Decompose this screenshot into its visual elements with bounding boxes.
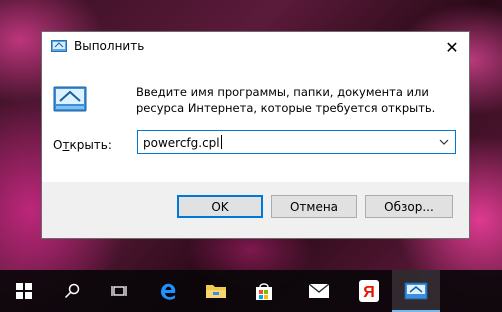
taskbar: Я: [0, 270, 502, 312]
search-icon: [64, 283, 80, 299]
yandex-icon: Я: [359, 280, 379, 302]
store-button[interactable]: [240, 270, 288, 312]
search-button[interactable]: [48, 270, 96, 312]
dialog-content: Введите имя программы, папки, документа …: [42, 62, 469, 182]
file-explorer-button[interactable]: [192, 270, 240, 312]
open-input[interactable]: powercfg.cpl: [143, 135, 222, 150]
run-icon: [51, 40, 67, 52]
dialog-description: Введите имя программы, папки, документа …: [136, 85, 436, 115]
mail-icon: [308, 283, 330, 298]
chevron-down-icon[interactable]: [437, 133, 451, 151]
title-bar[interactable]: Выполнить ✕: [42, 32, 469, 62]
store-icon: [256, 283, 272, 300]
run-dialog: Выполнить ✕ Введите имя программы, папки…: [41, 31, 470, 239]
svg-text:Я: Я: [363, 284, 375, 301]
edge-icon: [161, 283, 176, 300]
close-button[interactable]: ✕: [435, 32, 469, 62]
windows-logo-icon: [16, 283, 32, 299]
open-combobox[interactable]: powercfg.cpl: [137, 130, 456, 154]
run-taskbar-button[interactable]: [392, 270, 440, 312]
yandex-button[interactable]: Я: [345, 270, 393, 312]
edge-button[interactable]: [144, 270, 192, 312]
open-label: Открыть:: [53, 138, 112, 152]
cancel-button[interactable]: Отмена: [271, 195, 357, 218]
task-view-icon: [111, 286, 127, 296]
dialog-footer: OK Отмена Обзор...: [42, 182, 469, 238]
start-button[interactable]: [0, 270, 48, 312]
folder-icon: [206, 285, 226, 298]
run-icon: [404, 282, 428, 300]
dialog-title: Выполнить: [74, 39, 145, 53]
run-icon: [53, 86, 87, 112]
task-view-button[interactable]: [96, 270, 144, 312]
ok-button[interactable]: OK: [177, 195, 263, 218]
mail-button[interactable]: [295, 270, 343, 312]
browse-button[interactable]: Обзор...: [365, 195, 453, 218]
close-icon: ✕: [445, 37, 459, 57]
